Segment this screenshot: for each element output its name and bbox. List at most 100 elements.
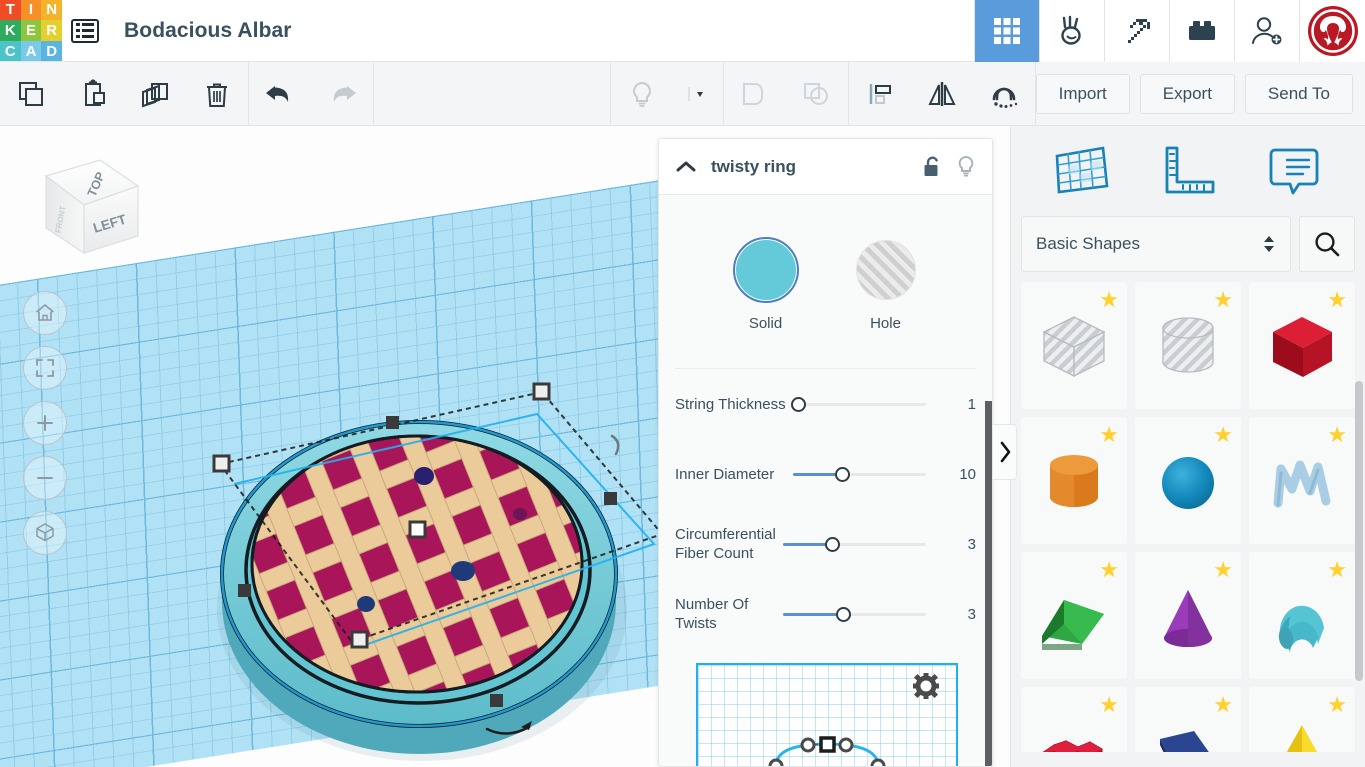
logo-tile: D (41, 41, 62, 62)
mode-hole[interactable]: Hole (853, 237, 919, 332)
mode-hole-label: Hole (870, 315, 901, 332)
lego-brick-icon[interactable] (1169, 0, 1234, 62)
favorite-star-icon[interactable]: ★ (1213, 287, 1233, 313)
slider-value: 10 (942, 466, 976, 483)
redo-arrow-icon[interactable] (311, 62, 373, 126)
copy-icon[interactable] (0, 62, 62, 126)
home-icon[interactable] (23, 291, 67, 335)
export-button[interactable]: Export (1140, 74, 1235, 114)
ungroup-shapes-icon[interactable] (786, 62, 848, 126)
view-cube[interactable]: TOP LEFT FRONT (22, 148, 157, 273)
slider-track-area[interactable] (793, 394, 942, 414)
unlock-padlock-icon[interactable] (922, 155, 942, 179)
slider-handle[interactable] (825, 537, 840, 552)
slider-track-area[interactable] (793, 534, 942, 554)
codeblocks-hand-icon[interactable] (1039, 0, 1104, 62)
favorite-star-icon[interactable]: ★ (1327, 557, 1347, 583)
workplane-grid-icon[interactable] (1047, 139, 1117, 203)
page-title[interactable]: Bodacious Albar (124, 19, 292, 43)
send-to-button[interactable]: Send To (1245, 74, 1353, 114)
logo-tile: A (21, 41, 42, 62)
slider-handle[interactable] (836, 607, 851, 622)
undo-arrow-icon[interactable] (249, 62, 311, 126)
tinkercad-logo[interactable]: T I N K E R C A D (0, 0, 62, 62)
favorite-star-icon[interactable]: ★ (1099, 557, 1119, 583)
logo-tile: N (41, 0, 62, 20)
slider-track-area[interactable] (793, 464, 942, 484)
shape-cone[interactable]: ★ (1135, 552, 1241, 679)
shape-tube[interactable]: ★ (1249, 552, 1355, 679)
list-menu-icon[interactable] (62, 0, 108, 62)
shape-pyramid[interactable]: ★ (1249, 687, 1355, 752)
shape-text[interactable]: ★ (1021, 687, 1127, 752)
shape-box-hole[interactable]: ★ (1021, 282, 1127, 409)
shape-polygon[interactable]: ★ (1135, 687, 1241, 752)
group-tool-group (724, 62, 848, 126)
slider-fill (783, 613, 838, 616)
favorite-star-icon[interactable]: ★ (1099, 422, 1119, 448)
pickaxe-icon[interactable] (1104, 0, 1169, 62)
designs-grid-icon[interactable] (974, 0, 1039, 62)
trash-icon[interactable] (186, 62, 248, 126)
shape-box[interactable]: ★ (1249, 282, 1355, 409)
shape-cylinder-hole[interactable]: ★ (1135, 282, 1241, 409)
slider-track-area[interactable] (793, 604, 942, 624)
lightbulb-icon[interactable] (611, 62, 673, 126)
shape-sphere[interactable]: ★ (1135, 417, 1241, 544)
favorite-star-icon[interactable]: ★ (1327, 287, 1347, 313)
favorite-star-icon[interactable]: ★ (1327, 422, 1347, 448)
favorite-star-icon[interactable]: ★ (1213, 422, 1233, 448)
favorite-star-icon[interactable]: ★ (1099, 287, 1119, 313)
logo-tile: K (0, 20, 21, 41)
shape-library-grid[interactable]: ★ ★ ★ (1021, 282, 1355, 752)
magnet-icon[interactable] (973, 62, 1035, 126)
shape-name: twisty ring (711, 157, 796, 177)
import-button[interactable]: Import (1036, 74, 1130, 114)
slider-fill (793, 473, 837, 476)
slider-label: Inner Diameter (675, 465, 793, 484)
favorite-star-icon[interactable]: ★ (1213, 557, 1233, 583)
mirror-flip-icon[interactable] (911, 62, 973, 126)
slider-value: 3 (942, 536, 976, 553)
favorite-star-icon[interactable]: ★ (1099, 692, 1119, 718)
lightbulb-icon[interactable] (956, 154, 976, 180)
panel-collapse-handle[interactable] (993, 424, 1017, 480)
scrollbar-thumb[interactable] (985, 401, 992, 767)
shape-category-dropdown[interactable]: Basic Shapes (1021, 216, 1291, 272)
note-callout-icon[interactable] (1259, 139, 1329, 203)
mode-solid[interactable]: Solid (733, 237, 799, 332)
cube-perspective-icon[interactable] (23, 511, 67, 555)
chevron-down-icon[interactable] (673, 62, 723, 126)
favorite-star-icon[interactable]: ★ (1327, 692, 1347, 718)
shape-roof[interactable]: ★ (1021, 552, 1127, 679)
search-icon[interactable] (1299, 216, 1355, 272)
slider-inner-diameter: Inner Diameter 10 (659, 439, 992, 509)
minus-icon[interactable] (23, 456, 67, 500)
favorite-star-icon[interactable]: ★ (1213, 692, 1233, 718)
chevron-up-icon[interactable] (675, 159, 697, 175)
fit-frame-icon[interactable] (23, 346, 67, 390)
logo-tile: T (0, 0, 21, 20)
main-toolbar: Import Export Send To (0, 62, 1365, 126)
align-icon[interactable] (849, 62, 911, 126)
shape-cylinder[interactable]: ★ (1021, 417, 1127, 544)
slider-handle[interactable] (835, 467, 850, 482)
properties-scrollbar[interactable] (985, 251, 992, 767)
shape-curve-editor[interactable] (696, 663, 958, 767)
ruler-icon[interactable] (1153, 139, 1223, 203)
add-person-icon[interactable] (1234, 0, 1299, 62)
duplicate-icon[interactable] (124, 62, 186, 126)
lattice-pie-model[interactable] (212, 374, 632, 767)
sort-updown-icon (1262, 233, 1276, 255)
paste-icon[interactable] (62, 62, 124, 126)
plus-icon[interactable] (23, 401, 67, 445)
scrollbar-thumb[interactable] (1355, 381, 1363, 681)
avatar[interactable] (1299, 0, 1365, 62)
slider-value: 3 (942, 606, 976, 623)
shape-scribble[interactable]: ★ (1249, 417, 1355, 544)
align-tool-group (849, 62, 1035, 126)
slider-label: Circumferential Fiber Count (675, 525, 793, 563)
slider-handle[interactable] (791, 397, 806, 412)
group-shapes-icon[interactable] (724, 62, 786, 126)
shape-grid-scrollbar[interactable] (1355, 381, 1363, 767)
